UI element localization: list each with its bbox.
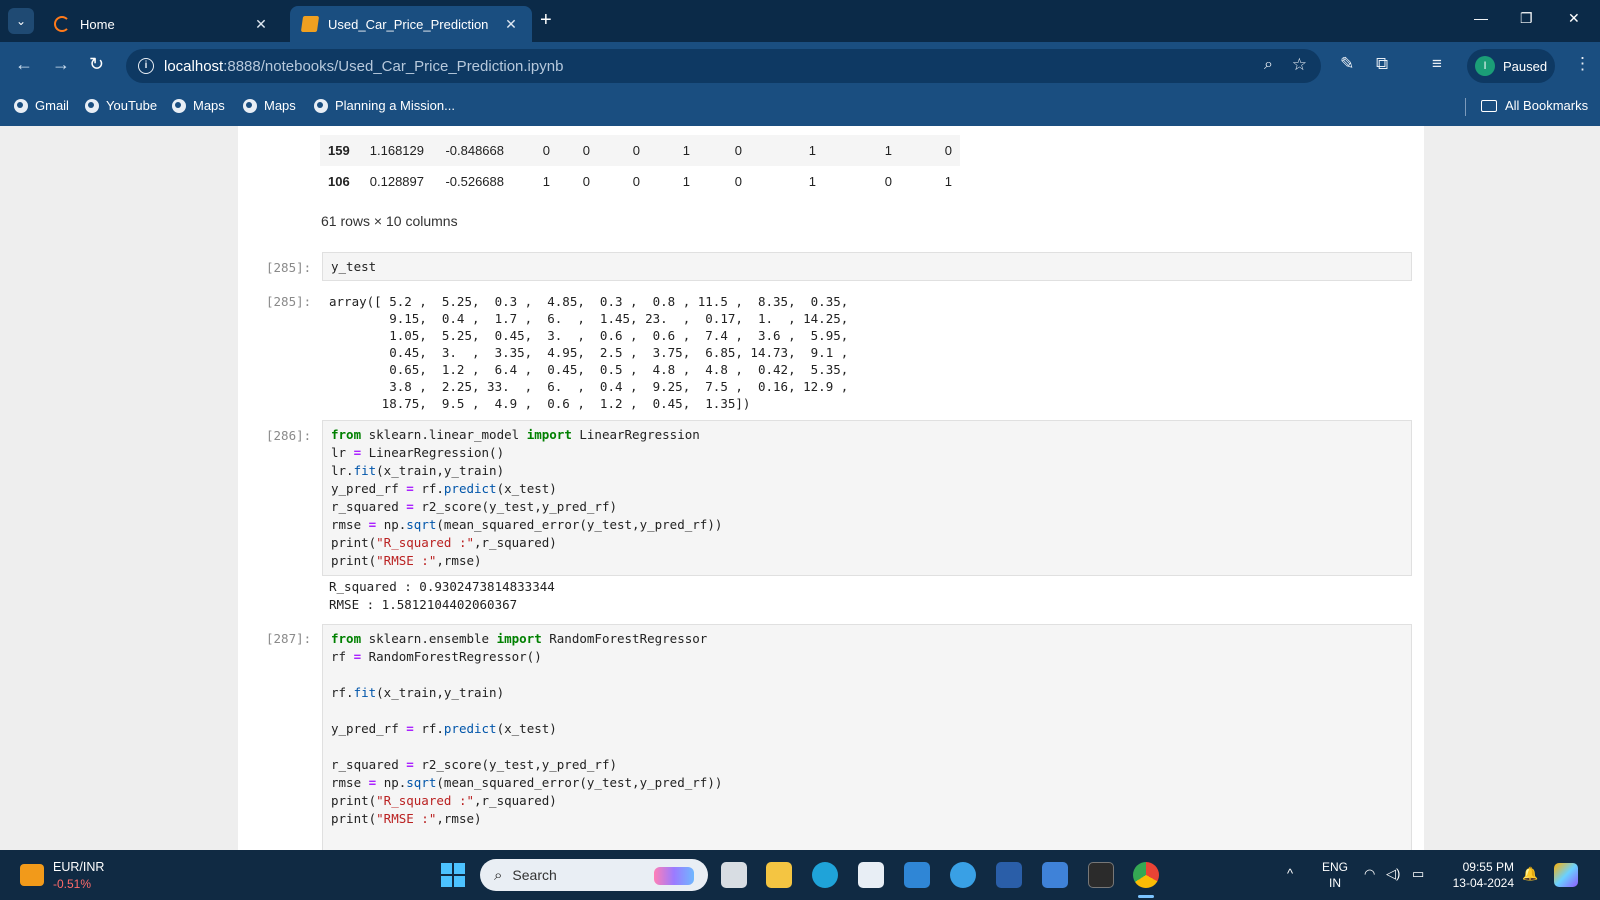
back-icon[interactable]: ←	[15, 54, 33, 75]
bookmark-maps[interactable]: Maps	[172, 98, 225, 113]
menu-kebab-icon[interactable]: ⋮	[1574, 54, 1591, 74]
copilot-icon[interactable]	[1554, 863, 1578, 887]
zoom-icon[interactable]: ⌕	[1264, 56, 1273, 74]
bookmark-maps-2[interactable]: Maps	[243, 98, 296, 113]
bookmark-star-icon[interactable]: ☆	[1292, 55, 1307, 75]
globe-icon	[172, 98, 186, 113]
wifi-icon[interactable]: ◠	[1364, 866, 1375, 882]
microsoft-store-icon[interactable]	[858, 862, 884, 888]
notebook-page: 159 1.168129 -0.848668 0 0 0 1 0 1 1 0 1…	[238, 126, 1424, 850]
task-view-icon[interactable]	[721, 862, 747, 888]
folder-icon	[1481, 99, 1497, 112]
code-text[interactable]: from sklearn.ensemble import RandomFores…	[323, 625, 1411, 833]
tab-home[interactable]: Home ✕	[42, 6, 282, 42]
snipping-tool-icon[interactable]	[996, 862, 1022, 888]
table-row: 159 1.168129 -0.848668 0 0 0 1 0 1 1 0	[320, 135, 960, 166]
extensions-puzzle-icon[interactable]: ⧉	[1376, 54, 1388, 74]
windows-taskbar: EUR/INR -0.51% ⌕ Search ^ ENG IN ◠ ◁) ▭ …	[0, 850, 1600, 900]
help-app-icon[interactable]	[950, 862, 976, 888]
globe-icon	[14, 98, 28, 113]
spinner-icon	[54, 16, 70, 32]
globe-icon	[314, 98, 328, 113]
minimize-icon[interactable]: —	[1474, 10, 1488, 26]
site-info-icon[interactable]: i	[138, 58, 154, 74]
table-row: 106 0.128897 -0.526688 1 0 0 1 0 1 0 1	[328, 174, 952, 189]
globe-icon	[85, 98, 99, 113]
tab-notebook[interactable]: Used_Car_Price_Prediction ✕	[290, 6, 532, 42]
avatar: I	[1475, 56, 1495, 76]
close-icon[interactable]: ✕	[252, 16, 270, 33]
notebook-icon	[300, 16, 320, 32]
browser-toolbar: ← → ↻ i localhost:8888/notebooks/Used_Ca…	[0, 42, 1600, 90]
code-cell-input[interactable]: from sklearn.ensemble import RandomFores…	[322, 624, 1412, 850]
system-clock[interactable]: 09:55 PM 13-04-2024	[1446, 859, 1514, 891]
cell-output: R_squared : 0.9302473814833344 RMSE : 1.…	[329, 579, 555, 612]
new-tab-button[interactable]: +	[540, 9, 552, 32]
volume-icon[interactable]: ◁)	[1386, 866, 1400, 882]
code-text[interactable]: y_test	[323, 253, 1411, 281]
cell-prompt: [285]:	[266, 260, 312, 275]
eyedropper-extension-icon[interactable]: ✎	[1340, 54, 1354, 74]
bookmarks-bar: Gmail YouTube Maps Maps Planning a Missi…	[0, 90, 1600, 126]
bookmark-planning-mission[interactable]: Planning a Mission...	[314, 98, 455, 113]
tab-search-menu-button[interactable]: ⌄	[8, 8, 34, 34]
restore-icon[interactable]: ❐	[1520, 10, 1533, 27]
battery-icon[interactable]: ▭	[1412, 866, 1424, 882]
forward-icon[interactable]: →	[52, 54, 70, 75]
bookmarks-separator	[1465, 98, 1466, 116]
all-bookmarks-button[interactable]: All Bookmarks	[1481, 98, 1588, 113]
media-control-icon[interactable]: ≡	[1432, 54, 1442, 74]
dataframe-shape: 61 rows × 10 columns	[321, 213, 458, 229]
url-text[interactable]: localhost:8888/notebooks/Used_Car_Price_…	[164, 58, 563, 75]
search-highlight-icon	[654, 867, 694, 885]
file-explorer-icon[interactable]	[766, 862, 792, 888]
bookmark-youtube[interactable]: YouTube	[85, 98, 157, 113]
chrome-icon[interactable]	[1133, 862, 1159, 888]
search-icon: ⌕	[494, 866, 503, 884]
forex-widget-icon[interactable]	[20, 864, 44, 886]
address-bar[interactable]: i localhost:8888/notebooks/Used_Car_Pric…	[126, 49, 1321, 83]
reload-icon[interactable]: ↻	[89, 54, 104, 75]
profile-button[interactable]: I Paused	[1467, 49, 1555, 83]
cell-prompt: [286]:	[266, 428, 312, 443]
notification-bell-icon[interactable]: 🔔	[1522, 866, 1538, 882]
globe-icon	[243, 98, 257, 113]
code-text[interactable]: from sklearn.linear_model import LinearR…	[323, 421, 1411, 575]
bookmark-gmail[interactable]: Gmail	[14, 98, 69, 113]
cell-output: array([ 5.2 , 5.25, 0.3 , 4.85, 0.3 , 0.…	[329, 294, 849, 411]
chevron-up-icon[interactable]: ^	[1287, 866, 1293, 881]
taskbar-search[interactable]: ⌕ Search	[480, 859, 708, 891]
profile-status: Paused	[1503, 58, 1548, 74]
mylio-app-icon[interactable]	[904, 862, 930, 888]
language-indicator[interactable]: ENG IN	[1322, 859, 1348, 891]
tab-title: Used_Car_Price_Prediction	[328, 16, 489, 32]
search-label: Search	[512, 867, 557, 883]
close-icon[interactable]: ✕	[502, 16, 520, 33]
forex-pair[interactable]: EUR/INR	[53, 860, 104, 874]
forex-change: -0.51%	[53, 877, 92, 891]
cell-prompt: [287]:	[266, 631, 312, 646]
code-cell-input[interactable]: from sklearn.linear_model import LinearR…	[322, 420, 1412, 576]
windows-start-icon[interactable]	[441, 863, 465, 887]
browser-tab-bar: ⌄ Home ✕ Used_Car_Price_Prediction ✕ + —…	[0, 0, 1600, 42]
edge-icon[interactable]	[812, 862, 838, 888]
notepad-icon[interactable]	[1042, 862, 1068, 888]
notebook-viewport[interactable]: 159 1.168129 -0.848668 0 0 0 1 0 1 1 0 1…	[0, 126, 1600, 850]
output-prompt: [285]:	[266, 294, 312, 309]
tab-title: Home	[80, 16, 115, 32]
terminal-icon[interactable]	[1088, 862, 1114, 888]
close-window-icon[interactable]: ✕	[1568, 10, 1580, 27]
code-cell-input[interactable]: y_test	[322, 252, 1412, 281]
active-app-indicator	[1138, 895, 1154, 898]
dataframe-output: 159 1.168129 -0.848668 0 0 0 1 0 1 1 0 1…	[320, 135, 960, 197]
